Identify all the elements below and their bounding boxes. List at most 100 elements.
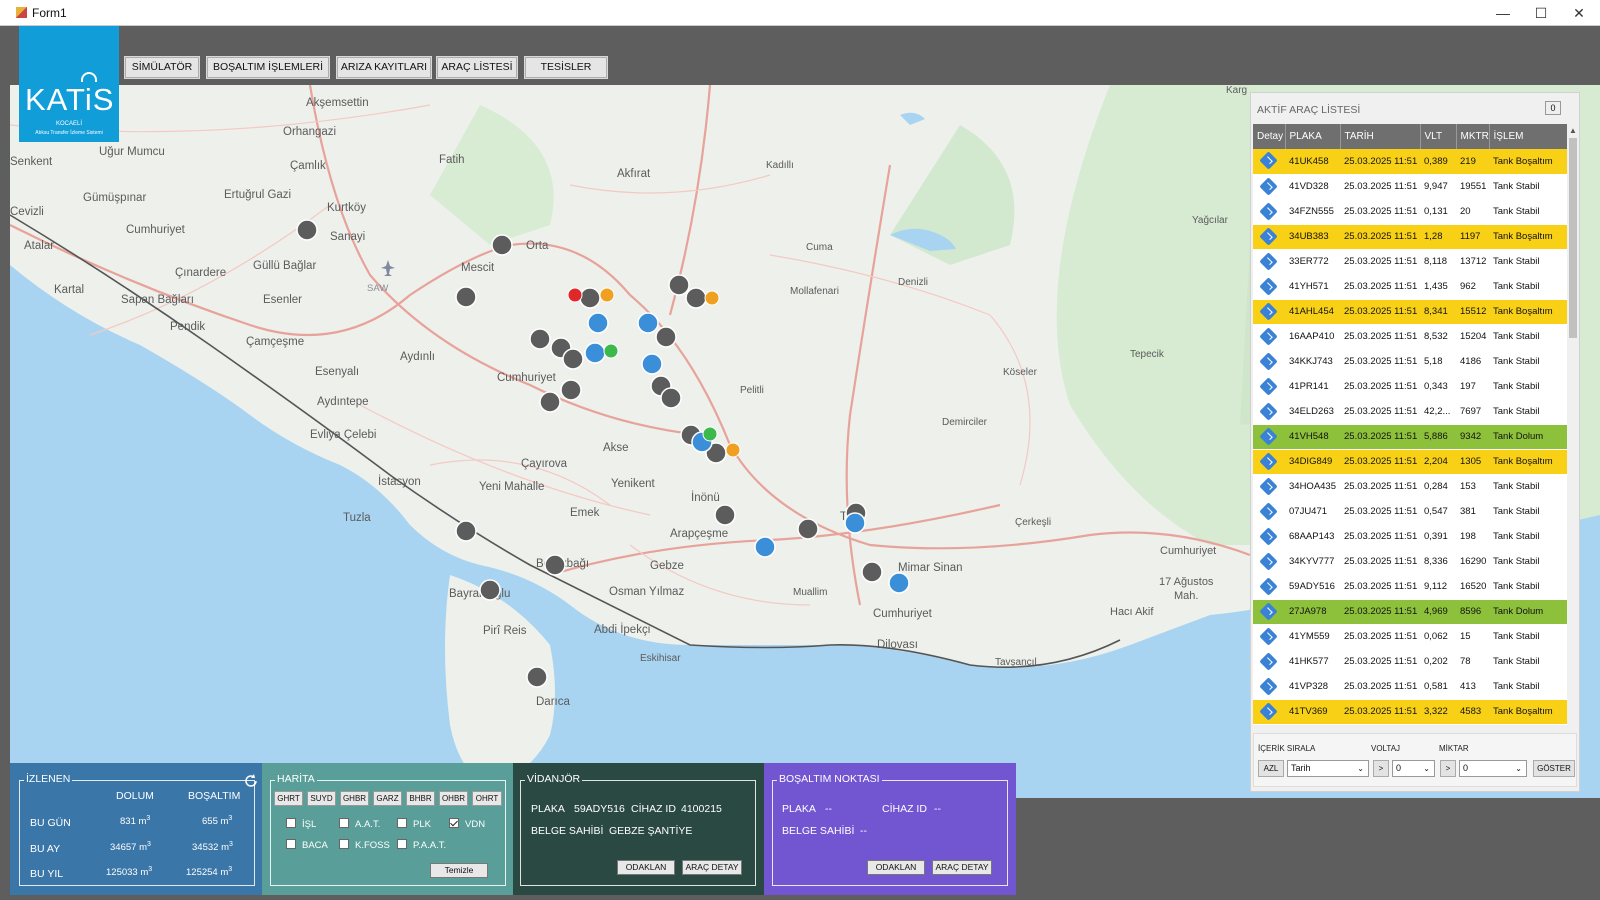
navigate-icon[interactable] — [1259, 401, 1278, 421]
detail-cell[interactable] — [1253, 199, 1285, 225]
check-kfoss[interactable]: K.FOSS — [339, 839, 390, 851]
amount-select[interactable]: 0 ⌄ — [1459, 760, 1527, 777]
nav-ariza-button[interactable]: ARIZA KAYITLARI — [336, 56, 432, 79]
table-row[interactable]: 41TV369 25.03.2025 11:51 3,322 4583 Tank Boş… — [1253, 699, 1571, 725]
layer-ohrt-button[interactable]: OHRT — [472, 791, 502, 806]
detail-cell[interactable] — [1253, 274, 1285, 300]
table-row[interactable]: 41VP328 25.03.2025 11:51 0,581 413 Tank Stab… — [1253, 674, 1571, 700]
detail-cell[interactable] — [1253, 624, 1285, 650]
checkbox-checked[interactable] — [449, 818, 459, 828]
navigate-icon[interactable] — [1259, 651, 1278, 671]
navigate-icon[interactable] — [1259, 301, 1278, 321]
nav-tesisler-button[interactable]: TESİSLER — [524, 56, 608, 79]
check-aat[interactable]: A.A.T. — [339, 818, 380, 830]
detail-cell[interactable] — [1253, 324, 1285, 350]
checkbox[interactable] — [339, 839, 349, 849]
layer-ghbr-button[interactable]: GHBR — [340, 791, 369, 806]
navigate-icon[interactable] — [1259, 426, 1278, 446]
detail-cell[interactable] — [1253, 424, 1285, 450]
table-row[interactable]: 34UB383 25.03.2025 11:51 1,28 1197 Tank Boşa… — [1253, 224, 1571, 250]
voltage-select[interactable]: 0 ⌄ — [1392, 760, 1435, 777]
detail-cell[interactable] — [1253, 374, 1285, 400]
navigate-icon[interactable] — [1259, 251, 1278, 271]
table-row[interactable]: 41AHL454 25.03.2025 11:51 8,341 15512 Tank B… — [1253, 299, 1571, 325]
table-row[interactable]: 34ELD263 25.03.2025 11:51 42,2... 7697 Tank … — [1253, 399, 1571, 425]
table-row[interactable]: 68AAP143 25.03.2025 11:51 0,391 198 Tank Sta… — [1253, 524, 1571, 550]
nav-simulator-button[interactable]: SİMÜLATÖR — [124, 56, 200, 79]
amount-operator-button[interactable]: > — [1440, 760, 1456, 777]
table-row[interactable]: 41YH571 25.03.2025 11:51 1,435 962 Tank Stab… — [1253, 274, 1571, 300]
detail-cell[interactable] — [1253, 499, 1285, 525]
layer-ghrt-button[interactable]: GHRT — [274, 791, 303, 806]
detail-cell[interactable] — [1253, 449, 1285, 475]
table-row[interactable]: 41PR141 25.03.2025 11:51 0,343 197 Tank Stab… — [1253, 374, 1571, 400]
focus-button[interactable]: ODAKLAN — [867, 860, 925, 875]
layer-suyd-button[interactable]: SUYD — [307, 791, 336, 806]
detail-cell[interactable] — [1253, 649, 1285, 675]
navigate-icon[interactable] — [1259, 326, 1278, 346]
column-header[interactable]: Detay — [1253, 124, 1286, 149]
navigate-icon[interactable] — [1259, 151, 1278, 170]
check-baca[interactable]: BACA — [286, 839, 328, 851]
navigate-icon[interactable] — [1259, 576, 1278, 596]
column-header[interactable]: TARİH — [1340, 124, 1421, 149]
table-row[interactable]: 34DIG849 25.03.2025 11:51 2,204 1305 Tank Bo… — [1253, 449, 1571, 475]
detail-cell[interactable] — [1253, 299, 1285, 325]
navigate-icon[interactable] — [1259, 626, 1278, 646]
column-header[interactable]: PLAKA — [1285, 124, 1341, 149]
detail-cell[interactable] — [1253, 174, 1285, 200]
column-header[interactable]: VLT — [1420, 124, 1457, 149]
clear-button[interactable]: Temizle — [430, 863, 488, 878]
navigate-icon[interactable] — [1259, 176, 1278, 196]
table-row[interactable]: 34HOA435 25.03.2025 11:51 0,284 153 Tank Sta… — [1253, 474, 1571, 500]
check-plk[interactable]: PLK — [397, 818, 431, 830]
detail-cell[interactable] — [1253, 399, 1285, 425]
detail-cell[interactable] — [1253, 574, 1285, 600]
navigate-icon[interactable] — [1259, 201, 1278, 221]
table-row[interactable]: 41UK458 25.03.2025 11:51 0,389 219 Tank Boşa… — [1253, 149, 1571, 175]
refresh-icon[interactable] — [243, 773, 259, 789]
vehicle-detail-button[interactable]: ARAÇ DETAY — [932, 860, 992, 875]
checkbox[interactable] — [397, 818, 407, 828]
table-row[interactable]: 07JU471 25.03.2025 11:51 0,547 381 Tank Stab… — [1253, 499, 1571, 525]
show-button[interactable]: GÖSTER — [1533, 760, 1575, 777]
sort-field-select[interactable]: Tarih ⌄ — [1287, 760, 1369, 777]
table-row[interactable]: 33ER772 25.03.2025 11:51 8,118 13712 Tank St… — [1253, 249, 1571, 275]
layer-garz-button[interactable]: GARZ — [373, 791, 402, 806]
navigate-icon[interactable] — [1259, 276, 1278, 296]
column-header[interactable]: MKTR — [1456, 124, 1490, 149]
table-row[interactable]: 59ADY516 25.03.2025 11:51 9,112 16520 Tank S… — [1253, 574, 1571, 600]
check-vdn[interactable]: VDN — [449, 818, 485, 830]
detail-cell[interactable] — [1253, 549, 1285, 575]
navigate-icon[interactable] — [1259, 601, 1278, 621]
nav-arac-listesi-button[interactable]: ARAÇ LİSTESİ — [436, 56, 518, 79]
navigate-icon[interactable] — [1259, 351, 1278, 371]
table-row[interactable]: 41VH548 25.03.2025 11:51 5,886 9342 Tank Dol… — [1253, 424, 1571, 450]
checkbox[interactable] — [397, 839, 407, 849]
table-row[interactable]: 16AAP410 25.03.2025 11:51 8,532 15204 Tank S… — [1253, 324, 1571, 350]
detail-cell[interactable] — [1253, 524, 1285, 550]
vehicle-detail-button[interactable]: ARAÇ DETAY — [682, 860, 742, 875]
nav-bosaltim-button[interactable]: BOŞALTIM İŞLEMLERİ — [206, 56, 330, 79]
detail-cell[interactable] — [1253, 674, 1285, 700]
check-isl[interactable]: İŞL — [286, 818, 316, 830]
table-row[interactable]: 34FZN555 25.03.2025 11:51 0,131 20 Tank Stab… — [1253, 199, 1571, 225]
scroll-up-icon[interactable]: ▲ — [1569, 126, 1577, 135]
count-button[interactable]: 0 — [1545, 101, 1561, 115]
detail-cell[interactable] — [1253, 699, 1285, 725]
detail-cell[interactable] — [1253, 599, 1285, 625]
table-row[interactable]: 41VD328 25.03.2025 11:51 9,947 19551 Tank St… — [1253, 174, 1571, 200]
table-row[interactable]: 41YM559 25.03.2025 11:51 0,062 15 Tank Stabi… — [1253, 624, 1571, 650]
detail-cell[interactable] — [1253, 149, 1285, 175]
navigate-icon[interactable] — [1259, 701, 1278, 721]
navigate-icon[interactable] — [1259, 501, 1278, 521]
detail-cell[interactable] — [1253, 224, 1285, 250]
layer-bhbr-button[interactable]: BHBR — [406, 791, 435, 806]
table-scrollbar[interactable]: ▲ ▼ — [1567, 124, 1579, 754]
checkbox[interactable] — [286, 839, 296, 849]
checkbox[interactable] — [339, 818, 349, 828]
voltage-operator-button[interactable]: > — [1373, 760, 1389, 777]
sort-direction-button[interactable]: AZL — [1258, 760, 1284, 777]
navigate-icon[interactable] — [1259, 376, 1278, 396]
table-row[interactable]: 27JA978 25.03.2025 11:51 4,969 8596 Tank Dol… — [1253, 599, 1571, 625]
